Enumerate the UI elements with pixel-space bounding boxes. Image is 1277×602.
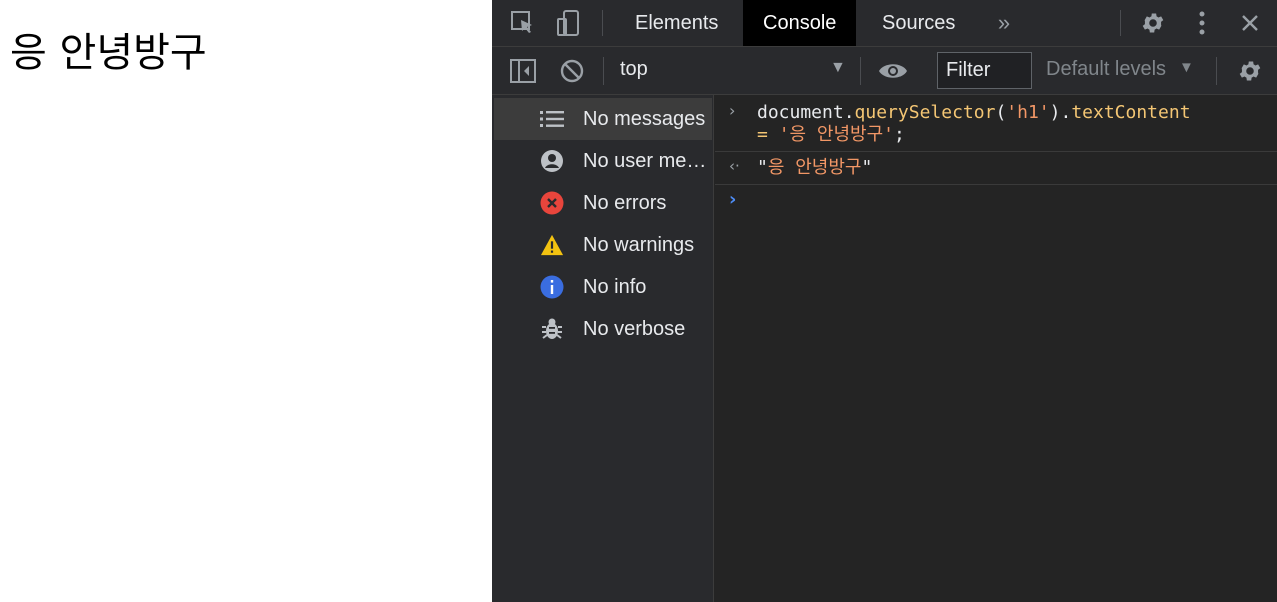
divider [1216,57,1217,85]
divider [1120,10,1121,36]
sidebar-item-warnings[interactable]: No warnings [494,224,712,266]
console-settings-gear-icon[interactable] [1235,56,1265,86]
sidebar-item-user-messages[interactable]: No user me… [494,140,712,182]
sidebar-item-label: No errors [583,191,667,214]
more-tabs-icon[interactable]: » [989,8,1019,38]
sidebar-item-label: No messages [583,107,706,130]
context-dropdown-arrow-icon[interactable]: ▼ [830,59,846,77]
sidebar-item-label: No warnings [583,233,695,256]
sidebar-item-label: No verbose [583,317,686,340]
devtools-panel: Elements Console Sources » top ▼ Default… [492,0,1277,602]
input-code-line-1[interactable]: document.querySelector('h1').textContent [757,102,1191,124]
settings-gear-icon[interactable] [1138,8,1168,38]
console-result-entry: ‹· "응 안녕방구" [715,152,1277,185]
result-arrow-icon: ‹· [729,157,740,175]
input-chevron-icon: › [729,101,736,120]
sidebar-item-label: No user me… [583,149,707,172]
console-output: › document.querySelector('h1').textConte… [715,95,1277,602]
device-toolbar-icon[interactable] [554,8,584,38]
clear-console-icon[interactable] [557,56,587,86]
inspect-element-icon[interactable] [508,8,538,38]
divider [603,57,604,85]
tab-console[interactable]: Console [743,0,857,46]
levels-dropdown-arrow-icon[interactable]: ▼ [1179,59,1194,76]
console-toolbar: top ▼ Default levels ▼ [492,47,1277,95]
console-prompt[interactable]: › [715,187,1277,217]
kebab-menu-icon[interactable] [1187,8,1217,38]
error-icon [540,191,564,215]
prompt-chevron-icon: › [729,189,737,210]
info-icon [540,275,564,299]
list-icon [540,107,564,131]
inspected-page: 응 안녕방구 [0,0,492,602]
console-input-entry: › document.querySelector('h1').textConte… [715,95,1277,152]
result-value[interactable]: "응 안녕방구" [757,157,872,179]
tab-elements[interactable]: Elements [615,0,738,46]
page-heading: 응 안녕방구 [10,30,207,76]
sidebar-item-info[interactable]: No info [494,266,712,308]
sidebar-item-label: No info [583,275,647,298]
divider [602,10,603,36]
live-expression-eye-icon[interactable] [878,56,908,86]
sidebar-item-errors[interactable]: No errors [494,182,712,224]
close-icon[interactable] [1235,8,1265,38]
log-levels-dropdown[interactable]: Default levels [1046,58,1166,81]
context-selector[interactable]: top [620,58,648,81]
tab-sources[interactable]: Sources [862,0,975,46]
filter-input[interactable] [937,52,1032,89]
input-code-line-2[interactable]: = '응 안녕방구'; [757,124,905,146]
divider [860,57,861,85]
warning-icon [540,233,564,257]
bug-icon [540,317,564,341]
sidebar-item-verbose[interactable]: No verbose [494,308,712,350]
sidebar-item-messages[interactable]: No messages [494,98,712,140]
devtools-tabbar: Elements Console Sources » [492,0,1277,47]
console-sidebar: No messages No user me… No errors No war… [492,95,714,602]
sidebar-toggle-icon[interactable] [508,56,538,86]
user-icon [540,149,564,173]
